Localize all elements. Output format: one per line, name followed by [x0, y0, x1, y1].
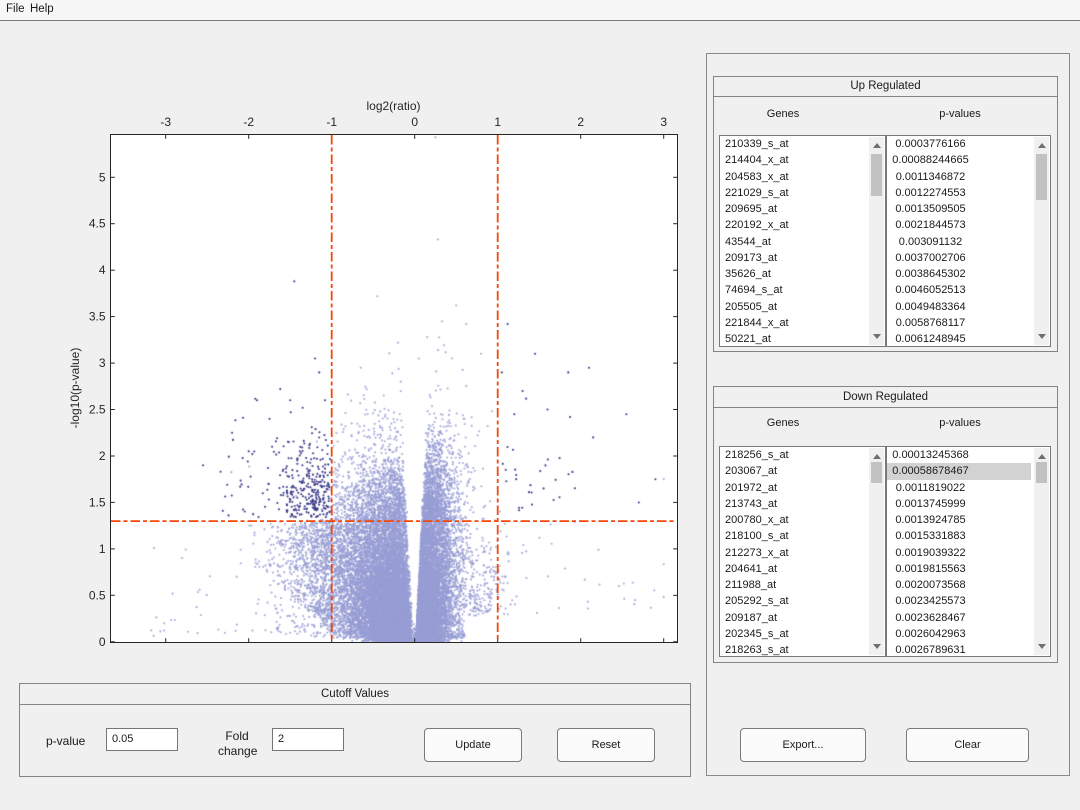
svg-text:0.5: 0.5 — [89, 588, 106, 602]
svg-text:log2(ratio): log2(ratio) — [366, 99, 420, 113]
svg-text:2: 2 — [99, 449, 106, 463]
svg-text:-2: -2 — [243, 115, 254, 129]
svg-text:-3: -3 — [160, 115, 171, 129]
svg-text:-log10(p-value): -log10(p-value) — [68, 348, 82, 429]
svg-text:3: 3 — [660, 115, 667, 129]
svg-text:0: 0 — [99, 635, 106, 649]
svg-text:0: 0 — [411, 115, 418, 129]
svg-text:4.5: 4.5 — [89, 217, 106, 231]
svg-text:2.5: 2.5 — [89, 403, 106, 417]
svg-text:1: 1 — [99, 542, 106, 556]
svg-text:2: 2 — [577, 115, 584, 129]
svg-text:4: 4 — [99, 263, 106, 277]
svg-text:3.5: 3.5 — [89, 310, 106, 324]
svg-text:1.5: 1.5 — [89, 495, 106, 509]
svg-text:5: 5 — [99, 170, 106, 184]
svg-text:3: 3 — [99, 356, 106, 370]
svg-text:1: 1 — [494, 115, 501, 129]
svg-text:-1: -1 — [326, 115, 337, 129]
